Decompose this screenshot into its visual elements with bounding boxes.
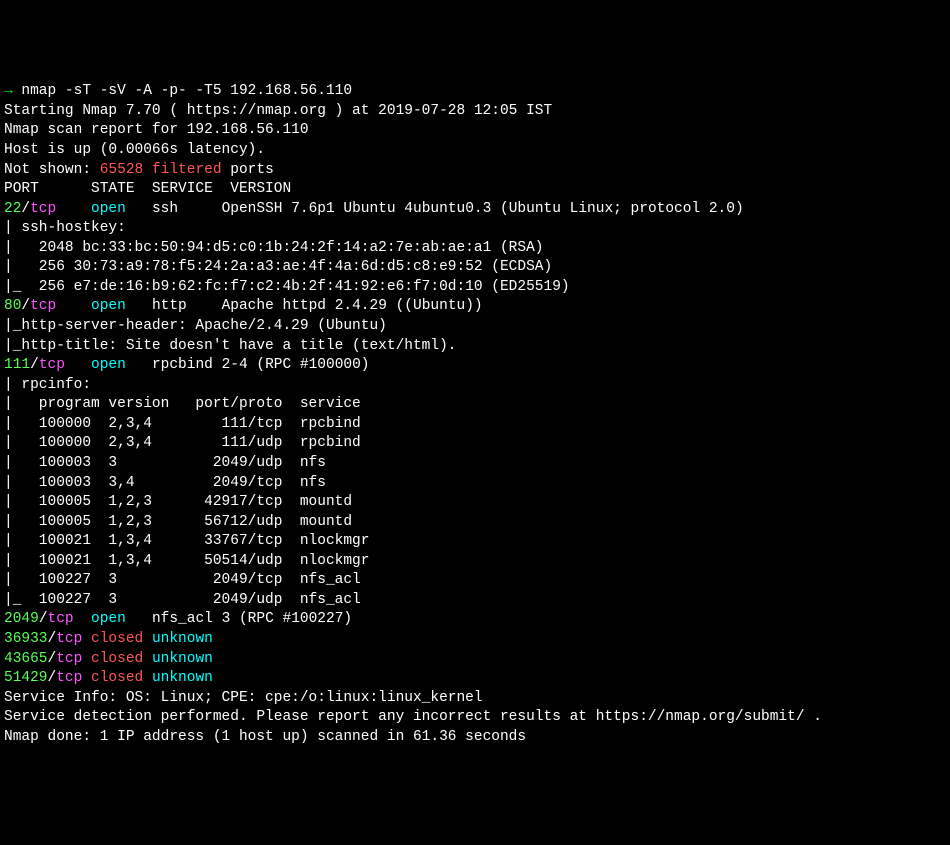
sep xyxy=(126,357,152,373)
port-22-state: open xyxy=(91,201,126,217)
rpc-row: | 100003 3 2049/udp nfs xyxy=(4,454,946,474)
port-80-num: 80 xyxy=(4,298,21,314)
port-111-version: 2-4 (RPC #100000) xyxy=(222,357,370,373)
service-info-line: Service Info: OS: Linux; CPE: cpe:/o:lin… xyxy=(4,689,946,709)
port-80-proto: tcp xyxy=(30,298,56,314)
rpc-table-header: | program version port/proto service xyxy=(4,395,946,415)
rpc-row: | 100005 1,2,3 42917/tcp mountd xyxy=(4,493,946,513)
nmap-command: nmap -sT -sV -A -p- -T5 192.168.56.110 xyxy=(13,83,352,99)
port-header: PORT STATE SERVICE VERSION xyxy=(4,180,946,200)
port-36933-line: 36933/tcp closed unknown xyxy=(4,630,946,650)
port-22-service: ssh xyxy=(152,201,178,217)
port-2049-state: open xyxy=(91,611,126,627)
port-22-slash: / xyxy=(21,201,30,217)
port-111-line: 111/tcp open rpcbind 2-4 (RPC #100000) xyxy=(4,356,946,376)
sep xyxy=(82,670,91,686)
port-36933-num: 36933 xyxy=(4,631,48,647)
port-2049-line: 2049/tcp open nfs_acl 3 (RPC #100227) xyxy=(4,610,946,630)
starting-line: Starting Nmap 7.70 ( https://nmap.org ) … xyxy=(4,102,946,122)
nmap-done-line: Nmap done: 1 IP address (1 host up) scan… xyxy=(4,728,946,748)
sep xyxy=(213,357,222,373)
ssh-hostkey-header: | ssh-hostkey: xyxy=(4,219,946,239)
rpc-row: | 100021 1,3,4 33767/tcp nlockmgr xyxy=(4,532,946,552)
sep xyxy=(143,651,152,667)
host-up-line: Host is up (0.00066s latency). xyxy=(4,141,946,161)
sep xyxy=(82,631,91,647)
sep xyxy=(82,651,91,667)
port-111-num: 111 xyxy=(4,357,30,373)
not-shown-suffix: ports xyxy=(222,162,274,178)
sep xyxy=(178,201,222,217)
sep xyxy=(126,298,152,314)
port-51429-proto: tcp xyxy=(56,670,82,686)
ssh-key-ed25519: |_ 256 e7:de:16:b9:62:fc:f7:c2:4b:2f:41:… xyxy=(4,278,946,298)
not-shown-filtered: filtered xyxy=(143,162,221,178)
port-80-line: 80/tcp open http Apache httpd 2.4.29 ((U… xyxy=(4,297,946,317)
sep xyxy=(56,298,91,314)
port-43665-state: closed xyxy=(91,651,143,667)
port-111-service: rpcbind xyxy=(152,357,213,373)
scan-report-line: Nmap scan report for 192.168.56.110 xyxy=(4,121,946,141)
port-36933-proto: tcp xyxy=(56,631,82,647)
rpc-row: | 100005 1,2,3 56712/udp mountd xyxy=(4,513,946,533)
port-51429-slash: / xyxy=(48,670,57,686)
rpc-row: | 100000 2,3,4 111/udp rpcbind xyxy=(4,434,946,454)
port-22-proto: tcp xyxy=(30,201,56,217)
sep xyxy=(213,611,222,627)
port-111-slash: / xyxy=(30,357,39,373)
rpc-row: | 100021 1,3,4 50514/udp nlockmgr xyxy=(4,552,946,572)
rpcinfo-header: | rpcinfo: xyxy=(4,376,946,396)
sep xyxy=(126,201,152,217)
sep xyxy=(143,670,152,686)
port-22-version: OpenSSH 7.6p1 Ubuntu 4ubuntu0.3 (Ubuntu … xyxy=(222,201,744,217)
command-line: → nmap -sT -sV -A -p- -T5 192.168.56.110 xyxy=(4,82,946,102)
port-51429-service: unknown xyxy=(152,670,213,686)
detection-line: Service detection performed. Please repo… xyxy=(4,708,946,728)
port-2049-version: 3 (RPC #100227) xyxy=(222,611,353,627)
rpc-row: | 100000 2,3,4 111/tcp rpcbind xyxy=(4,415,946,435)
sep xyxy=(56,201,91,217)
port-2049-num: 2049 xyxy=(4,611,39,627)
port-80-slash: / xyxy=(21,298,30,314)
port-2049-proto: tcp xyxy=(48,611,74,627)
port-43665-line: 43665/tcp closed unknown xyxy=(4,650,946,670)
rpc-row: | 100227 3 2049/tcp nfs_acl xyxy=(4,571,946,591)
port-80-version: Apache httpd 2.4.29 ((Ubuntu)) xyxy=(222,298,483,314)
port-43665-num: 43665 xyxy=(4,651,48,667)
port-22-line: 22/tcp open ssh OpenSSH 7.6p1 Ubuntu 4ub… xyxy=(4,200,946,220)
ssh-key-rsa: | 2048 bc:33:bc:50:94:d5:c0:1b:24:2f:14:… xyxy=(4,239,946,259)
port-36933-service: unknown xyxy=(152,631,213,647)
prompt-arrow-icon: → xyxy=(4,83,13,99)
sep xyxy=(74,611,91,627)
port-43665-service: unknown xyxy=(152,651,213,667)
port-51429-line: 51429/tcp closed unknown xyxy=(4,669,946,689)
not-shown-count: 65528 xyxy=(100,162,144,178)
port-51429-state: closed xyxy=(91,670,143,686)
rpc-row: | 100003 3,4 2049/tcp nfs xyxy=(4,474,946,494)
rpc-row: |_ 100227 3 2049/udp nfs_acl xyxy=(4,591,946,611)
sep xyxy=(187,298,222,314)
terminal-output: → nmap -sT -sV -A -p- -T5 192.168.56.110… xyxy=(4,82,946,747)
port-43665-proto: tcp xyxy=(56,651,82,667)
ssh-key-ecdsa: | 256 30:73:a9:78:f5:24:2a:a3:ae:4f:4a:6… xyxy=(4,258,946,278)
port-22-num: 22 xyxy=(4,201,21,217)
not-shown-line: Not shown: 65528 filtered ports xyxy=(4,161,946,181)
port-36933-slash: / xyxy=(48,631,57,647)
port-2049-slash: / xyxy=(39,611,48,627)
port-36933-state: closed xyxy=(91,631,143,647)
port-111-state: open xyxy=(91,357,126,373)
port-80-service: http xyxy=(152,298,187,314)
sep xyxy=(65,357,91,373)
sep xyxy=(143,631,152,647)
http-server-header: |_http-server-header: Apache/2.4.29 (Ubu… xyxy=(4,317,946,337)
sep xyxy=(126,611,152,627)
port-2049-service: nfs_acl xyxy=(152,611,213,627)
not-shown-prefix: Not shown: xyxy=(4,162,100,178)
port-51429-num: 51429 xyxy=(4,670,48,686)
http-title: |_http-title: Site doesn't have a title … xyxy=(4,337,946,357)
port-111-proto: tcp xyxy=(39,357,65,373)
port-80-state: open xyxy=(91,298,126,314)
port-43665-slash: / xyxy=(48,651,57,667)
